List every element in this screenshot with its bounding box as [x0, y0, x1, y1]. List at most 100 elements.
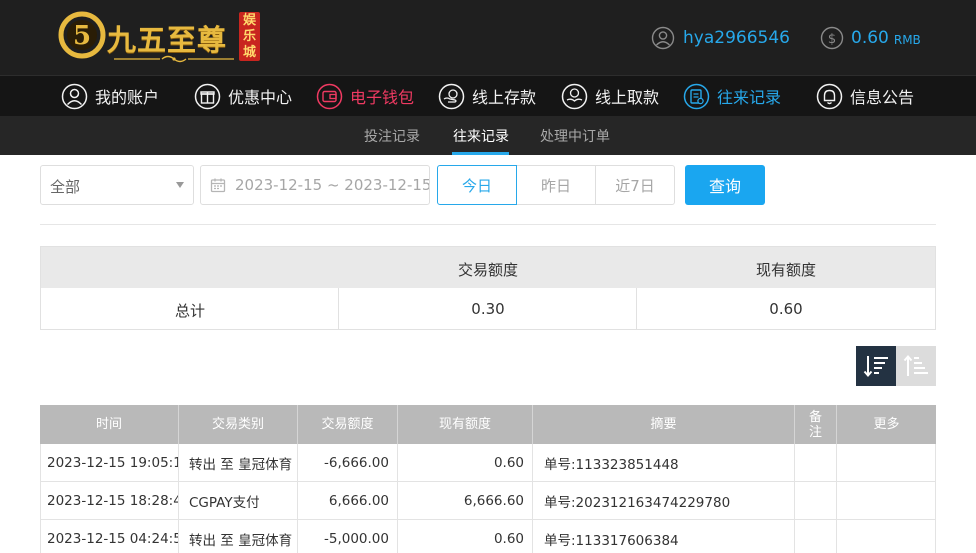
table-row[interactable]: 2023-12-15 18:28:45 CGPAY支付 6,666.00 6,6… — [40, 482, 936, 520]
logo-ornament-icon — [114, 55, 234, 63]
cell-type: CGPAY支付 — [179, 482, 298, 520]
col-type: 交易类别 — [179, 405, 298, 444]
yesterday-label: 昨日 — [540, 176, 571, 195]
sort-descending-icon — [863, 356, 888, 378]
nav-item-transaction-records[interactable]: 往来记录 — [683, 79, 781, 113]
summary-header-balance: 现有额度 — [755, 261, 816, 279]
nav-item-online-deposit[interactable]: 线上存款 — [438, 79, 536, 113]
logo-badge: 娱乐城 — [239, 12, 260, 61]
withdraw-icon — [561, 83, 588, 109]
summary-header: 交易额度 现有额度 — [41, 247, 935, 288]
user-avatar-icon — [651, 26, 675, 50]
col-balance: 现有额度 — [398, 405, 533, 444]
nav-item-online-withdraw[interactable]: 线上取款 — [561, 79, 659, 113]
yesterday-button[interactable]: 昨日 — [517, 165, 596, 205]
cell-more[interactable] — [837, 482, 936, 520]
nav-item-e-wallet[interactable]: 电子钱包 — [316, 79, 414, 113]
cell-type: 转出 至 皇冠体育 — [179, 520, 298, 553]
balance-info: $ 0.60 RMB — [820, 25, 921, 51]
sub-nav: 投注记录 往来记录 处理中订单 — [0, 116, 976, 155]
main-nav: 我的账户 优惠中心 电子钱包 线上存款 线上取款 往来记录 信息公告 — [0, 75, 976, 116]
type-select[interactable]: 全部 — [40, 165, 194, 205]
site-logo[interactable]: 5 九五至尊 娱乐城 — [58, 11, 263, 67]
cell-more[interactable] — [837, 520, 936, 553]
table-row[interactable]: 2023-12-15 04:24:54 转出 至 皇冠体育 -5,000.00 … — [40, 520, 936, 553]
nav-label: 往来记录 — [717, 88, 782, 107]
logo-emblem-icon: 5 — [58, 11, 106, 59]
table-row[interactable]: 2023-12-15 19:05:14 转出 至 皇冠体育 -6,666.00 … — [40, 444, 936, 482]
nav-label: 信息公告 — [850, 88, 915, 107]
summary-total-balance: 0.60 — [769, 300, 803, 318]
gift-icon — [194, 83, 221, 109]
sort-ascending-icon — [903, 354, 928, 376]
calendar-icon — [210, 178, 226, 193]
cell-summary: 单号:113317606384 — [533, 520, 795, 553]
cell-balance: 0.60 — [398, 520, 533, 553]
date-range-value: 2023-12-15 ~ 2023-12-15 — [235, 176, 430, 194]
top-header: 5 九五至尊 娱乐城 hya2966546 $ 0.60 RMB — [0, 0, 976, 75]
tab-transaction-records[interactable]: 往来记录 — [453, 126, 509, 146]
records-header: 时间 交易类别 交易额度 现有额度 摘要 备注 更多 — [40, 405, 936, 444]
col-summary: 摘要 — [533, 405, 795, 444]
logo-digit: 5 — [73, 21, 91, 51]
col-more: 更多 — [873, 417, 900, 432]
cell-amount: -5,000.00 — [298, 520, 398, 553]
nav-label: 线上存款 — [472, 88, 537, 107]
nav-label: 优惠中心 — [228, 88, 293, 107]
col-amount: 交易额度 — [298, 405, 398, 444]
summary-header-amount: 交易额度 — [457, 261, 518, 279]
dollar-coin-icon: $ — [820, 26, 844, 50]
today-button[interactable]: 今日 — [437, 165, 517, 205]
tab-pending-orders[interactable]: 处理中订单 — [540, 126, 610, 146]
active-tab-indicator — [452, 152, 509, 155]
summary-table: 交易额度 现有额度 总计 0.30 0.60 — [40, 246, 936, 330]
balance-amount: 0.60 — [851, 28, 889, 48]
balance-currency: RMB — [893, 32, 921, 47]
cell-summary: 单号:202312163474229780 — [533, 482, 795, 520]
records-icon — [683, 83, 710, 109]
user-info[interactable]: hya2966546 — [651, 25, 790, 51]
tab-bet-records[interactable]: 投注记录 — [364, 126, 420, 146]
cell-summary: 单号:113323851448 — [533, 444, 795, 482]
query-label: 查询 — [708, 177, 741, 196]
cell-balance: 6,666.60 — [398, 482, 533, 520]
cell-balance: 0.60 — [398, 444, 533, 482]
user-circle-icon — [61, 83, 88, 109]
cell-type: 转出 至 皇冠体育 — [179, 444, 298, 482]
col-time: 时间 — [40, 405, 179, 444]
nav-label: 我的账户 — [95, 88, 160, 107]
bell-icon — [816, 83, 843, 109]
cell-time: 2023-12-15 19:05:14 — [40, 444, 179, 482]
divider — [40, 224, 936, 225]
sort-asc-button[interactable] — [896, 346, 936, 386]
sort-desc-button[interactable] — [856, 346, 896, 386]
cell-remark — [795, 444, 837, 482]
nav-item-my-account[interactable]: 我的账户 — [61, 79, 159, 113]
logo-badge-text: 娱乐城 — [242, 13, 256, 60]
cell-time: 2023-12-15 18:28:45 — [40, 482, 179, 520]
today-label: 今日 — [461, 176, 492, 195]
nav-item-promotions[interactable]: 优惠中心 — [194, 79, 292, 113]
date-range-picker[interactable]: 2023-12-15 ~ 2023-12-15 — [200, 165, 430, 205]
last-7-days-label: 近7日 — [615, 176, 655, 195]
cell-more[interactable] — [837, 444, 936, 482]
cell-amount: 6,666.00 — [298, 482, 398, 520]
summary-total-label: 总计 — [174, 302, 205, 320]
nav-item-announcements[interactable]: 信息公告 — [816, 79, 914, 113]
summary-total-amount: 0.30 — [471, 300, 505, 318]
username[interactable]: hya2966546 — [683, 28, 790, 48]
svg-text:$: $ — [828, 32, 836, 47]
logo-text: 九五至尊 — [107, 23, 228, 57]
nav-label: 线上取款 — [595, 88, 660, 107]
wallet-icon — [316, 83, 343, 109]
type-select-value: 全部 — [50, 178, 81, 196]
nav-label: 电子钱包 — [350, 88, 415, 107]
query-button[interactable]: 查询 — [685, 165, 765, 205]
cell-remark — [795, 520, 837, 553]
cell-remark — [795, 482, 837, 520]
cell-amount: -6,666.00 — [298, 444, 398, 482]
last-7-days-button[interactable]: 近7日 — [596, 165, 675, 205]
deposit-icon — [438, 83, 465, 109]
col-remark: 备注 — [795, 405, 837, 444]
chevron-down-icon — [176, 182, 184, 188]
